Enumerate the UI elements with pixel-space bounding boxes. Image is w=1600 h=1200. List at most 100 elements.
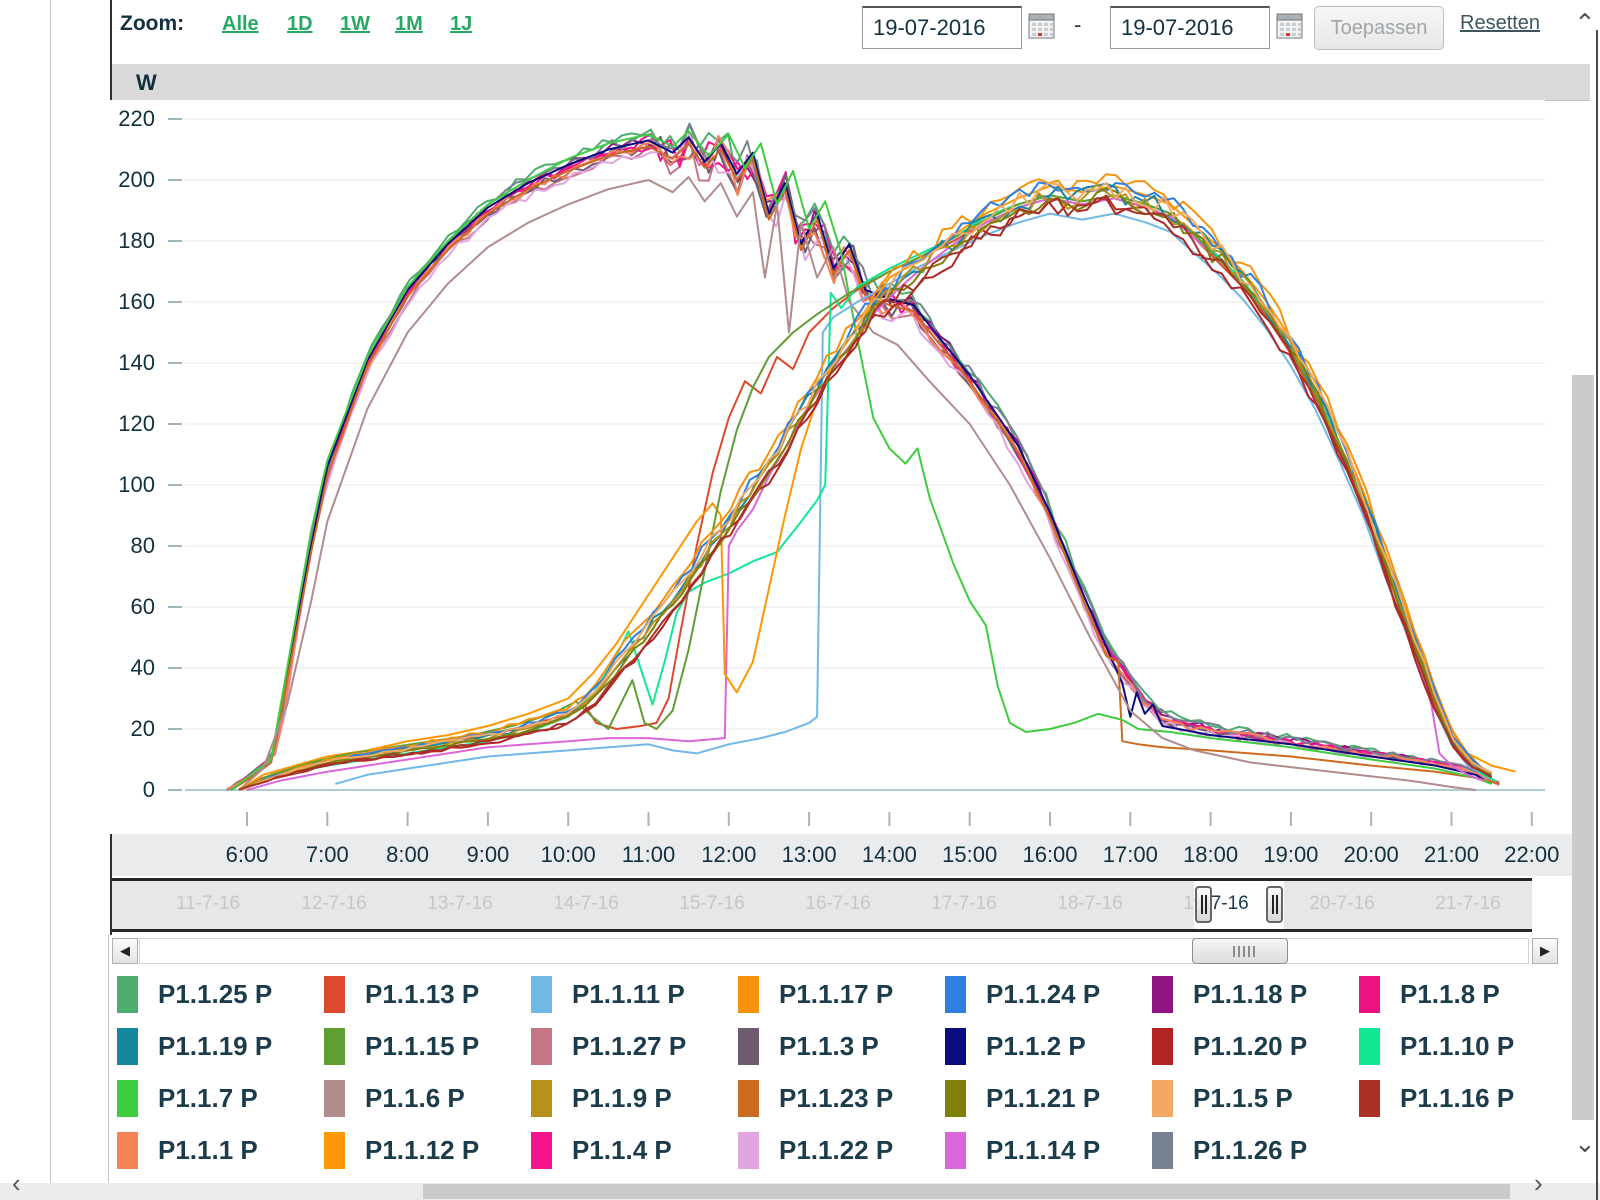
- series-line-P1.1.7-P[interactable]: [230, 130, 1492, 791]
- legend-swatch-icon: [1359, 1027, 1380, 1065]
- window-edge: [1596, 30, 1598, 1200]
- legend-item[interactable]: P1.1.16 P: [1359, 1072, 1566, 1124]
- legend-item[interactable]: P1.1.3 P: [738, 1020, 945, 1072]
- legend-swatch-icon: [117, 1079, 138, 1117]
- legend-swatch-icon: [324, 1079, 345, 1117]
- legend-swatch-icon: [324, 975, 345, 1013]
- zoom-range-1w[interactable]: 1W: [340, 13, 370, 36]
- legend-item[interactable]: P1.1.25 P: [117, 968, 324, 1020]
- x-axis-tick-label: 12:00: [701, 842, 757, 867]
- y-axis-tick-label: 100: [118, 472, 155, 497]
- series-line-P1.1.22-P[interactable]: [226, 132, 1500, 790]
- date-navigator[interactable]: 11-7-16 12-7-16 13-7-16 14-7-16 15-7-16 16-7-…: [112, 878, 1532, 932]
- legend-item[interactable]: P1.1.19 P: [117, 1020, 324, 1072]
- scroll-left-arrow[interactable]: ◀: [112, 938, 138, 964]
- series-line-P1.1.21-P[interactable]: [238, 187, 1492, 791]
- legend-item[interactable]: P1.1.15 P: [324, 1020, 531, 1072]
- calendar-icon[interactable]: [1276, 12, 1303, 39]
- legend-item[interactable]: P1.1.26 P: [1152, 1124, 1359, 1176]
- legend-swatch-icon: [945, 1131, 966, 1169]
- series-line-P1.1.26-P[interactable]: [226, 122, 1500, 791]
- series-line-P1.1.25-P[interactable]: [226, 124, 1500, 791]
- series-line-P1.1.3-P[interactable]: [226, 135, 1500, 791]
- series-line-P1.1.27-P[interactable]: [226, 138, 1500, 791]
- scroll-up-chevron-icon[interactable]: ⌃: [1574, 8, 1596, 39]
- scroll-right-chevron-icon[interactable]: ›: [1534, 1168, 1543, 1199]
- reset-link[interactable]: Resetten: [1460, 12, 1540, 35]
- legend-item[interactable]: P1.1.2 P: [945, 1020, 1152, 1072]
- navigator-left-handle[interactable]: [1195, 886, 1212, 923]
- date-from-input[interactable]: [862, 6, 1022, 49]
- y-axis-tick-label: 120: [118, 411, 155, 436]
- x-axis-tick-label: 18:00: [1183, 842, 1239, 867]
- series-line-P1.1.8-P[interactable]: [226, 132, 1500, 791]
- legend-label: P1.1.11 P: [572, 978, 685, 1009]
- scroll-right-arrow[interactable]: ▶: [1532, 938, 1558, 964]
- legend-label: P1.1.5 P: [1193, 1082, 1293, 1113]
- window-horizontal-scrollbar[interactable]: [0, 1183, 1600, 1200]
- legend-item[interactable]: P1.1.14 P: [945, 1124, 1152, 1176]
- y-axis-tick-label: 60: [130, 594, 155, 619]
- legend-item[interactable]: P1.1.22 P: [738, 1124, 945, 1176]
- scroll-left-chevron-icon[interactable]: ‹: [12, 1168, 21, 1199]
- calendar-icon[interactable]: [1028, 12, 1055, 39]
- legend-label: P1.1.4 P: [572, 1134, 672, 1165]
- zoom-range-1j[interactable]: 1J: [450, 13, 472, 36]
- legend-item[interactable]: P1.1.21 P: [945, 1072, 1152, 1124]
- legend-item[interactable]: P1.1.9 P: [531, 1072, 738, 1124]
- zoom-label: Zoom:: [120, 12, 185, 35]
- legend-item[interactable]: P1.1.5 P: [1152, 1072, 1359, 1124]
- x-axis-tick-label: 11:00: [621, 842, 676, 867]
- legend-item[interactable]: P1.1.10 P: [1359, 1020, 1566, 1072]
- series-line-P1.1.23-P[interactable]: [230, 142, 1500, 791]
- power-chart[interactable]: [110, 100, 1545, 834]
- navigator-dates: 11-7-16 12-7-16 13-7-16 14-7-16 15-7-16 16-7-…: [145, 881, 1532, 929]
- zoom-range-alle[interactable]: Alle: [222, 13, 259, 36]
- series-line-P1.1.1-P[interactable]: [226, 134, 1500, 790]
- legend-item[interactable]: P1.1.13 P: [324, 968, 531, 1020]
- apply-button[interactable]: Toepassen: [1314, 6, 1444, 50]
- legend-item[interactable]: P1.1.23 P: [738, 1072, 945, 1124]
- scrollbar-thumb[interactable]: [1192, 938, 1288, 964]
- navigator-date: 15-7-16: [679, 893, 745, 914]
- zoom-range-1m[interactable]: 1M: [395, 13, 423, 36]
- legend-item[interactable]: P1.1.18 P: [1152, 968, 1359, 1020]
- x-axis-tick-label: 14:00: [861, 842, 917, 867]
- series-line-P1.1.2-P[interactable]: [230, 136, 1493, 791]
- legend-item[interactable]: P1.1.12 P: [324, 1124, 531, 1176]
- legend-swatch-icon: [945, 975, 966, 1013]
- legend-label: P1.1.6 P: [365, 1082, 465, 1113]
- navigator-date: 11-7-16: [175, 893, 241, 914]
- navigator-date: 18-7-16: [1057, 893, 1123, 914]
- chart-canvas: [168, 118, 1545, 826]
- legend-item[interactable]: P1.1.8 P: [1359, 968, 1566, 1020]
- series-line-P1.1.4-P[interactable]: [226, 131, 1500, 791]
- navigator-date: 14-7-16: [553, 893, 619, 914]
- scrollbar-track[interactable]: [139, 938, 1529, 964]
- legend-item[interactable]: P1.1.4 P: [531, 1124, 738, 1176]
- legend-label: P1.1.3 P: [779, 1030, 879, 1061]
- legend-item[interactable]: P1.1.1 P: [117, 1124, 324, 1176]
- legend-item[interactable]: P1.1.27 P: [531, 1020, 738, 1072]
- legend-item[interactable]: P1.1.7 P: [117, 1072, 324, 1124]
- legend-label: P1.1.27 P: [572, 1030, 687, 1061]
- legend-label: P1.1.8 P: [1400, 978, 1500, 1009]
- h-scrollbar-thumb[interactable]: [423, 1184, 1510, 1199]
- navigator-right-handle[interactable]: [1266, 886, 1283, 923]
- legend-item[interactable]: P1.1.11 P: [531, 968, 738, 1020]
- legend-item[interactable]: P1.1.6 P: [324, 1072, 531, 1124]
- legend-item[interactable]: P1.1.17 P: [738, 968, 945, 1020]
- navigator-date: 21-7-16: [1435, 893, 1501, 914]
- scroll-down-chevron-icon[interactable]: ⌄: [1574, 1128, 1596, 1159]
- x-axis-tick-label: 8:00: [386, 842, 429, 867]
- date-to-input[interactable]: [1110, 6, 1270, 49]
- series-line-P1.1.11-P[interactable]: [335, 212, 1497, 785]
- zoom-range-1d[interactable]: 1D: [287, 13, 313, 36]
- series-line-P1.1.18-P[interactable]: [226, 137, 1500, 790]
- v-scrollbar-thumb[interactable]: [1572, 375, 1594, 1120]
- legend-swatch-icon: [738, 1027, 759, 1065]
- legend-item[interactable]: P1.1.20 P: [1152, 1020, 1359, 1072]
- legend-swatch-icon: [117, 1131, 138, 1169]
- legend-item[interactable]: P1.1.24 P: [945, 968, 1152, 1020]
- legend-label: P1.1.16 P: [1400, 1082, 1515, 1113]
